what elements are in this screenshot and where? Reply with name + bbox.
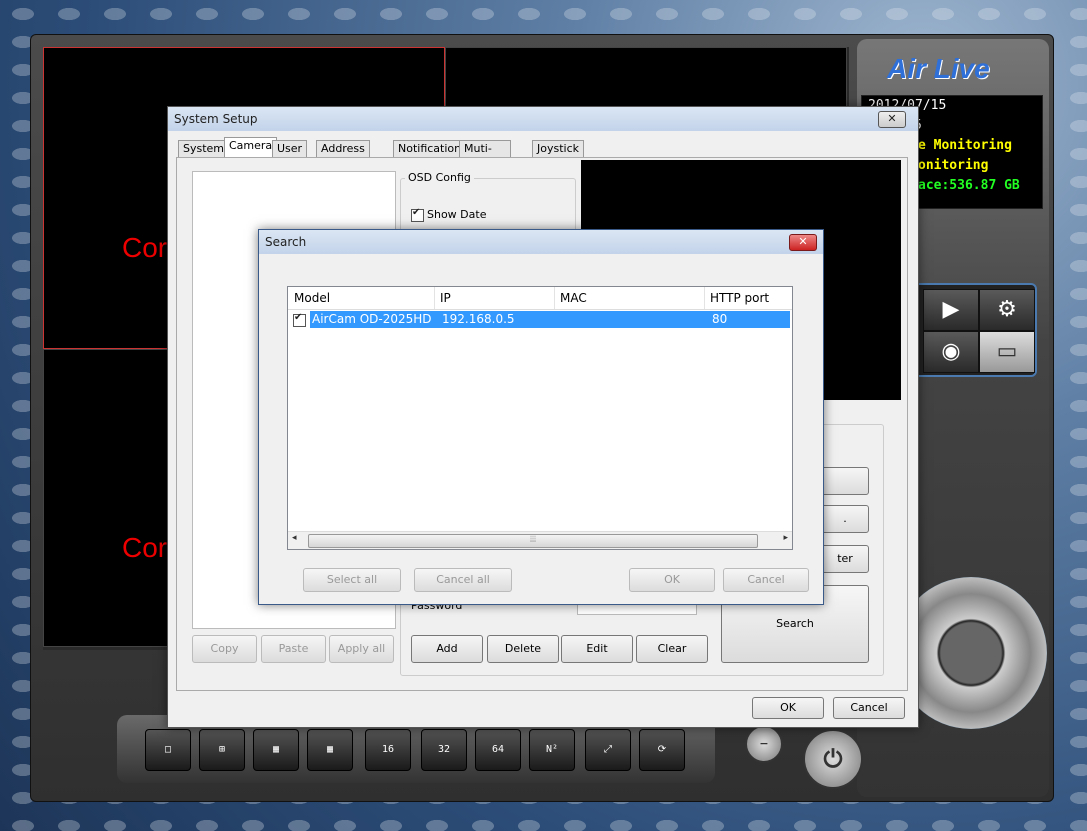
layout-4-icon[interactable]: ⊞	[199, 729, 245, 771]
cancel-all-button[interactable]: Cancel all	[414, 568, 512, 592]
table-row[interactable]: AirCam OD-2025HD 192.168.0.5 80	[310, 311, 790, 328]
layout-1-icon[interactable]: □	[145, 729, 191, 771]
tab-camera[interactable]: Camera	[224, 137, 278, 157]
search-dialog-title: Search	[259, 230, 823, 254]
tab-address-book[interactable]: Address Book	[316, 140, 370, 171]
results-header: Model IP MAC HTTP port	[288, 287, 792, 310]
layout-9-icon[interactable]: ▦	[307, 729, 353, 771]
eye-icon[interactable]: ◉	[923, 331, 979, 373]
osd-config-label: OSD Config	[405, 171, 474, 184]
scroll-right-icon[interactable]: ▸	[783, 533, 788, 543]
row-model: AirCam OD-2025HD	[312, 312, 432, 326]
row-ip: 192.168.0.5	[442, 312, 515, 326]
tab-user[interactable]: User	[272, 140, 308, 158]
column-model[interactable]: Model	[288, 287, 435, 309]
add-button[interactable]: Add	[411, 635, 483, 663]
column-http-port[interactable]: HTTP port	[704, 287, 790, 309]
close-icon[interactable]: ✕	[878, 111, 906, 128]
horizontal-scrollbar[interactable]: ◂ ⦙⦙⦙ ▸	[288, 531, 792, 549]
partial-button-2[interactable]: .	[821, 505, 869, 533]
delete-button[interactable]: Delete	[487, 635, 559, 663]
system-setup-title: System Setup	[168, 107, 918, 131]
tab-system[interactable]: System	[178, 140, 230, 158]
brand-logo: Air Live	[887, 53, 990, 84]
clear-button[interactable]: Clear	[636, 635, 708, 663]
chat-bubble-icon[interactable]: ▭	[979, 331, 1035, 373]
scroll-thumb[interactable]: ⦙⦙⦙	[308, 534, 758, 548]
tab-muti-monitor[interactable]: Muti-Monitor	[459, 140, 511, 171]
close-icon[interactable]: ✕	[789, 234, 817, 251]
layout-64-icon[interactable]: 64	[475, 729, 521, 771]
sequence-icon[interactable]: ⟳	[639, 729, 685, 771]
row-http-port: 80	[712, 312, 728, 326]
column-ip[interactable]: IP	[434, 287, 555, 309]
setup-ok-button[interactable]: OK	[752, 697, 824, 719]
search-dialog: Search ✕ Model IP MAC HTTP port AirCam O…	[258, 229, 824, 605]
apply-all-button[interactable]: Apply all	[329, 635, 394, 663]
select-all-button[interactable]: Select all	[303, 568, 401, 592]
layout-6-icon[interactable]: ▦	[253, 729, 299, 771]
paste-button[interactable]: Paste	[261, 635, 326, 663]
video-cell-label: Cor	[122, 532, 168, 563]
search-cancel-button[interactable]: Cancel	[723, 568, 809, 592]
row-checkbox[interactable]	[293, 312, 306, 327]
partial-button-1[interactable]	[821, 467, 869, 495]
column-mac[interactable]: MAC	[554, 287, 705, 309]
search-ok-button[interactable]: OK	[629, 568, 715, 592]
copy-button[interactable]: Copy	[192, 635, 257, 663]
setup-cancel-button[interactable]: Cancel	[833, 697, 905, 719]
settings-gears-icon[interactable]: ⚙	[979, 289, 1035, 331]
video-cell-label: Cor	[122, 232, 168, 263]
playback-icon[interactable]: ▶	[923, 289, 979, 331]
show-date-checkbox[interactable]	[411, 207, 424, 222]
scroll-left-icon[interactable]: ◂	[292, 533, 297, 543]
layout-16-icon[interactable]: 16	[365, 729, 411, 771]
layout-32-icon[interactable]: 32	[421, 729, 467, 771]
power-button[interactable]: ⏻	[803, 729, 863, 789]
search-results-list[interactable]: Model IP MAC HTTP port AirCam OD-2025HD …	[287, 286, 793, 550]
fullscreen-icon[interactable]: ⤢	[585, 729, 631, 771]
partial-button-3[interactable]: ter	[821, 545, 869, 573]
edit-button[interactable]: Edit	[561, 635, 633, 663]
tab-joystick[interactable]: Joystick	[532, 140, 585, 158]
show-date-label: Show Date	[427, 208, 487, 221]
layout-n-icon[interactable]: N²	[529, 729, 575, 771]
tab-notification[interactable]: Notification	[393, 140, 467, 158]
minimize-round-button[interactable]: −	[745, 725, 783, 763]
